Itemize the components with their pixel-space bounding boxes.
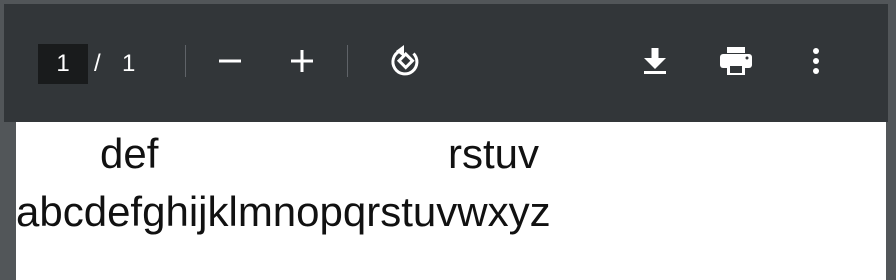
- text-line: rstuv: [448, 130, 540, 177]
- download-button[interactable]: [633, 39, 677, 83]
- page-number-input[interactable]: 1: [38, 44, 88, 84]
- plus-icon: [291, 50, 313, 72]
- rotate-icon: [391, 45, 419, 76]
- pdf-viewer: 1 / 1 def rstuv abcdefghijklmnopqrstuvwx…: [0, 0, 896, 280]
- minus-icon: [219, 59, 241, 63]
- more-vert-icon: [813, 48, 819, 74]
- text-line: abcdefghijklmnopqrstuvwxyz: [16, 188, 551, 235]
- print-icon: [720, 47, 752, 75]
- more-options-button[interactable]: [794, 39, 838, 83]
- page-separator: /: [94, 50, 101, 77]
- download-icon: [644, 48, 666, 74]
- page-total: 1: [122, 50, 136, 77]
- pdf-page: def rstuv abcdefghijklmnopqrstuvwxyz: [16, 122, 886, 280]
- zoom-in-button[interactable]: [280, 39, 324, 83]
- toolbar: 1 / 1: [4, 4, 888, 122]
- rotate-button[interactable]: [385, 39, 429, 83]
- document-viewport[interactable]: def rstuv abcdefghijklmnopqrstuvwxyz: [4, 122, 888, 280]
- toolbar-divider: [347, 45, 348, 77]
- toolbar-divider: [185, 45, 186, 77]
- print-button[interactable]: [714, 39, 758, 83]
- text-line: def: [100, 130, 159, 177]
- zoom-out-button[interactable]: [208, 39, 252, 83]
